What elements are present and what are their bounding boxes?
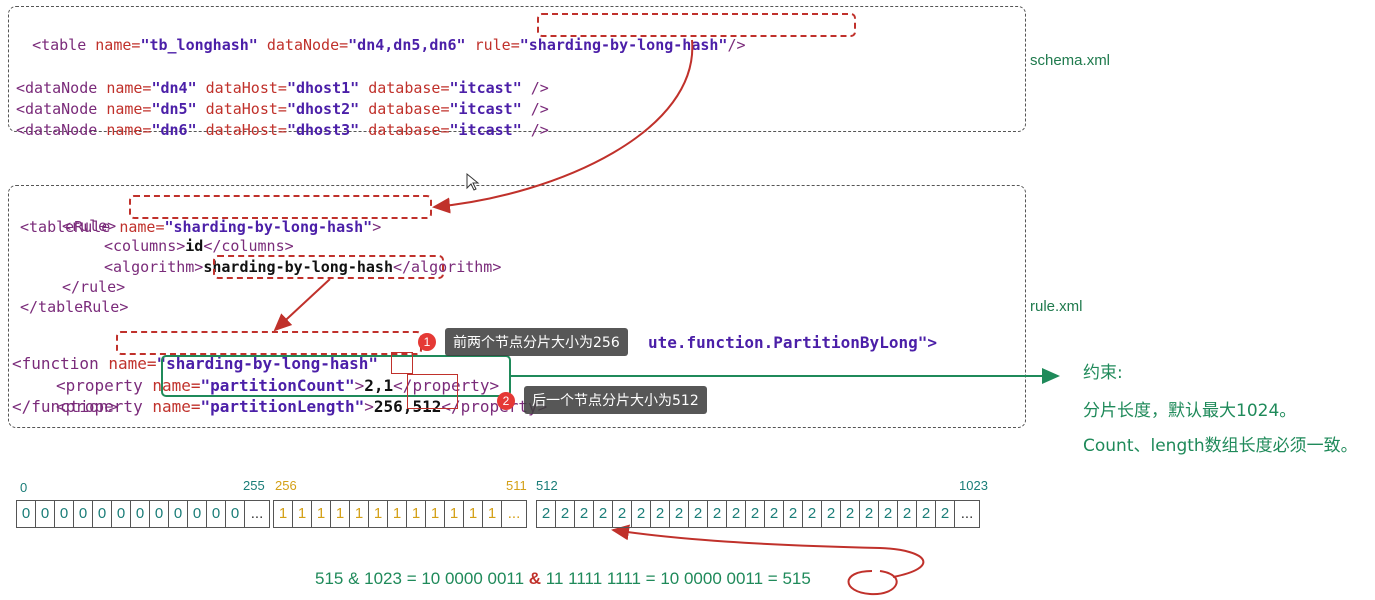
partition-cell: 2 bbox=[917, 501, 936, 527]
algorithm-value-highlight bbox=[213, 255, 444, 279]
partition-cell: 2 bbox=[708, 501, 727, 527]
partition-cell: 2 bbox=[860, 501, 879, 527]
rule-open-line: <rule> bbox=[62, 217, 117, 235]
partition-cell: 0 bbox=[55, 501, 74, 527]
columns-line: <columns>id</columns> bbox=[104, 237, 294, 255]
length-value-red-box bbox=[407, 374, 458, 409]
partition-cell: 0 bbox=[74, 501, 93, 527]
partition-2-start: 256 bbox=[275, 478, 297, 493]
tooltip-badge-1: 1 bbox=[418, 333, 436, 351]
partition-cell: 0 bbox=[150, 501, 169, 527]
partition-cell: 2 bbox=[936, 501, 955, 527]
partition-cell: 2 bbox=[689, 501, 708, 527]
count-value-red-box bbox=[391, 352, 413, 374]
tablerule-close-line: </tableRule> bbox=[20, 298, 129, 316]
function-class-tail: ute.function.PartitionByLong"> bbox=[648, 333, 937, 352]
partition-row: 0 0 0 0 0 0 0 0 0 0 0 0... bbox=[16, 500, 270, 528]
partition-cell: 2 bbox=[613, 501, 632, 527]
partition-cell: 1 bbox=[483, 501, 502, 527]
formula-result: 515 bbox=[782, 569, 811, 588]
partition-cell: 2 bbox=[727, 501, 746, 527]
partition-cell: 2 bbox=[670, 501, 689, 527]
partition-cell: 0 bbox=[93, 501, 112, 527]
table-tag-close: /> bbox=[727, 36, 746, 54]
partition-cell: 2 bbox=[575, 501, 594, 527]
partition-cell: 1 bbox=[426, 501, 445, 527]
partition-cell: 1 bbox=[274, 501, 293, 527]
partition-cell: 2 bbox=[841, 501, 860, 527]
tooltip-badge-2: 2 bbox=[497, 392, 515, 410]
partition-cell: 0 bbox=[17, 501, 36, 527]
partition-cell: 0 bbox=[131, 501, 150, 527]
partition-cell: 2 bbox=[822, 501, 841, 527]
partition-cell: 1 bbox=[369, 501, 388, 527]
and-formula: 515 & 1023 = 10 0000 0011 & 11 1111 1111… bbox=[315, 569, 811, 589]
partition-ellipsis: ... bbox=[250, 505, 264, 522]
partition-cell: 1 bbox=[388, 501, 407, 527]
formula-part-1: 515 & 1023 = 10 0000 0011 bbox=[315, 569, 529, 588]
rule-file-label: rule.xml bbox=[1030, 298, 1083, 315]
table-datanode-value: "dn4,dn5,dn6" bbox=[348, 36, 466, 54]
constraint-line-1: 分片长度，默认最大1024。 bbox=[1083, 401, 1297, 421]
partition-cell: 0 bbox=[112, 501, 131, 527]
partition-ellipsis: ... bbox=[960, 505, 974, 522]
partition-cell: 1 bbox=[445, 501, 464, 527]
partition-cell: 2 bbox=[765, 501, 784, 527]
partition-3-start: 512 bbox=[536, 478, 558, 493]
partition-cell: 0 bbox=[188, 501, 207, 527]
formula-part-2: 11 1111 1111 = 10 0000 0011 = bbox=[541, 569, 783, 588]
partition-cell: 2 bbox=[537, 501, 556, 527]
partition-1-start: 0 bbox=[20, 480, 28, 495]
partition-3-end: 1023 bbox=[959, 478, 988, 493]
partition-cell: 1 bbox=[312, 501, 331, 527]
partition-row: 2 2 2 2 2 2 2 2 2 2 2 2 2 2 2 2 2 2 2 2 2 2... bbox=[536, 500, 980, 528]
partition-cell: 2 bbox=[784, 501, 803, 527]
partition-cell: 2 bbox=[556, 501, 575, 527]
partition-cell: 2 bbox=[879, 501, 898, 527]
partition-cell: 0 bbox=[36, 501, 55, 527]
partition-cell: 0 bbox=[207, 501, 226, 527]
partition-ellipsis: ... bbox=[507, 505, 521, 522]
formula-ampersand: & bbox=[528, 569, 542, 588]
partition-row: 1 1 1 1 1 1 1 1 1 1 1 1... bbox=[273, 500, 527, 528]
partition-cell: 2 bbox=[632, 501, 651, 527]
tooltip-count-note: 前两个节点分片大小为256 bbox=[445, 328, 628, 356]
partition-cell: 1 bbox=[293, 501, 312, 527]
partition-cell: 1 bbox=[464, 501, 483, 527]
table-rule-attr: rule= bbox=[465, 36, 520, 54]
partition-cell: 2 bbox=[651, 501, 670, 527]
rule-close-line: </rule> bbox=[62, 278, 126, 296]
partition-cell: 2 bbox=[898, 501, 917, 527]
tooltip-length-note: 后一个节点分片大小为512 bbox=[524, 386, 707, 414]
table-name-value: "tb_longhash" bbox=[140, 36, 258, 54]
partition-cell: 0 bbox=[226, 501, 245, 527]
partition-cell: 1 bbox=[407, 501, 426, 527]
partition-cell: 2 bbox=[803, 501, 822, 527]
partition-cell: 1 bbox=[350, 501, 369, 527]
function-close-line: </function> bbox=[12, 397, 118, 416]
table-tag-open: <table bbox=[32, 36, 96, 54]
partition-cell: 2 bbox=[746, 501, 765, 527]
table-rule-value: "sharding-by-long-hash" bbox=[519, 36, 728, 54]
schema-rule-highlight bbox=[537, 13, 856, 37]
properties-green-box bbox=[161, 355, 511, 397]
partition-2-end: 511 bbox=[506, 478, 527, 493]
table-name-attr: name= bbox=[95, 36, 141, 54]
constraint-title: 约束: bbox=[1083, 363, 1123, 383]
tablerule-name-highlight bbox=[129, 195, 432, 219]
partition-cell: 2 bbox=[594, 501, 613, 527]
constraint-line-2: Count、length数组长度必须一致。 bbox=[1083, 436, 1358, 456]
function-name-highlight bbox=[116, 331, 422, 355]
table-datanode-attr: dataNode= bbox=[257, 36, 349, 54]
schema-file-label: schema.xml bbox=[1030, 52, 1111, 69]
partition-1-end: 255 bbox=[243, 478, 265, 493]
result-circle bbox=[847, 570, 898, 596]
partition-cell: 1 bbox=[331, 501, 350, 527]
partition-cell: 0 bbox=[169, 501, 188, 527]
schema-datanode-line: <dataNode name="dn6" dataHost="dhost3" d… bbox=[16, 121, 549, 139]
